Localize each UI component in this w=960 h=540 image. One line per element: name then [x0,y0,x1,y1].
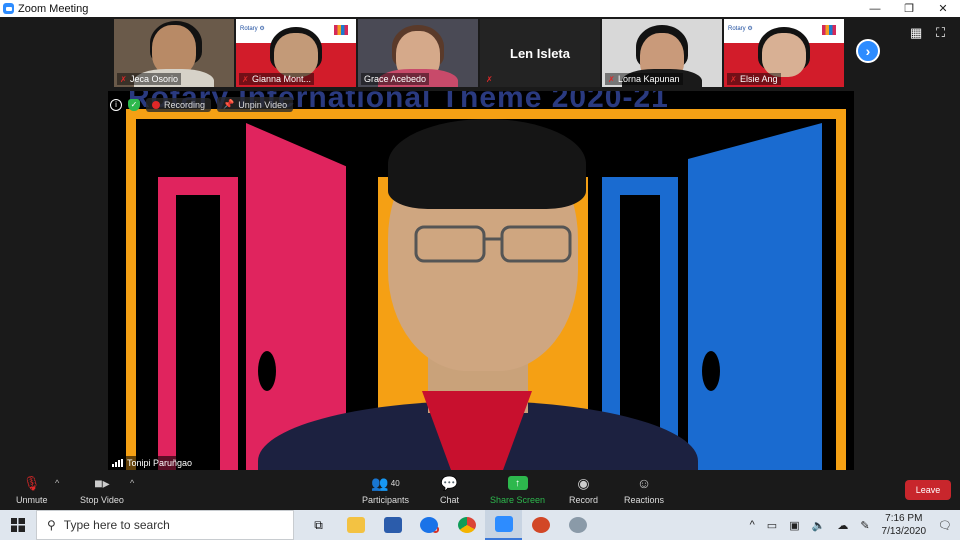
muted-mic-icon: ✗ [486,75,493,84]
word-icon[interactable] [374,510,411,540]
window-controls: — ❐ ✕ [858,0,960,17]
leave-meeting-button[interactable]: Leave [905,480,951,500]
participant-tile[interactable]: Len Isleta ✗ [480,19,600,87]
gallery-view-icon[interactable]: ▦ [910,25,926,41]
record-icon: ◉ [577,474,590,491]
share-screen-icon: ↑ [507,476,528,490]
security-shield-icon[interactable]: ✓ [128,98,140,111]
fullscreen-icon[interactable]: ⛶ [936,25,952,41]
audio-options-caret-icon[interactable]: ^ [55,478,59,488]
muted-mic-icon: ✗ [730,74,737,84]
participants-strip: ✗ Jeca Osorio Rotary ⚙ ✗ Gianna Mont... … [114,19,844,87]
search-icon: ⚲ [47,518,56,532]
volume-icon[interactable]: 🔈 [812,519,826,532]
reactions-button[interactable]: ☺ Reactions [624,474,664,505]
participant-name-label: ✗ Gianna Mont... [239,73,315,85]
task-view-icon[interactable]: ⧉ [300,510,337,540]
chrome-icon[interactable] [448,510,485,540]
zoom-taskbar-icon[interactable] [485,510,522,540]
windows-logo-icon [11,518,25,532]
record-button[interactable]: ◉ Record [569,474,598,506]
app-icon[interactable] [559,510,596,540]
muted-mic-icon: ✗ [120,74,127,84]
taskbar-clock[interactable]: 7:16 PM 7/13/2020 [882,512,927,538]
zoom-app-icon [3,3,14,14]
maximize-button[interactable]: ❐ [892,0,926,17]
participant-name-label: Grace Acebedo [361,73,430,85]
next-page-chevron-icon[interactable]: › [856,39,880,63]
participant-name-label: ✗ [483,74,496,85]
recording-dot-icon [152,100,160,109]
info-icon[interactable]: i [110,98,122,111]
start-button[interactable] [0,510,36,540]
stop-video-button[interactable]: ■▸ Stop Video [80,474,124,506]
close-button[interactable]: ✕ [926,0,960,17]
powerpoint-icon[interactable] [522,510,559,540]
reactions-icon: ☺ [636,475,652,491]
signal-strength-icon [112,459,123,467]
participants-count: 40 [390,478,400,488]
meeting-toolbar: 🎙 Unmute ^ ■▸ Stop Video ^ 👥 40 Participa… [0,470,960,510]
taskbar-search-box[interactable]: ⚲ Type here to search [36,510,294,540]
onedrive-cloud-icon[interactable]: ☁ [837,519,848,532]
participant-tile[interactable]: Grace Acebedo [358,19,478,87]
battery-icon[interactable]: ▭ [767,519,777,532]
chat-button[interactable]: 💬 Chat [440,474,459,506]
participant-name-label: ✗ Jeca Osorio [117,73,182,85]
active-speaker-video[interactable]: Rotary International Theme 2020-21 i ✓ R… [108,91,854,470]
chat-bubble-icon: 💬 [440,474,459,491]
participant-tile[interactable]: ✗ Jeca Osorio [114,19,234,87]
participant-tile[interactable]: Rotary ⚙ ✗ Gianna Mont... [236,19,356,87]
unmute-button[interactable]: 🎙 Unmute [16,474,48,506]
notifications-icon[interactable]: 🗨 [938,519,952,532]
participant-display-name: Len Isleta [510,45,570,61]
participants-icon: 👥 [371,474,389,491]
muted-mic-icon: ✗ [608,74,615,84]
system-tray: ^ ▭ ▣ 🔈 ☁ ✎ 7:16 PM 7/13/2020 🗨 [750,510,960,540]
pin-icon: 📌 [223,99,235,109]
window-title: Zoom Meeting [18,2,89,15]
unpin-video-button[interactable]: 📌 Unpin Video [217,97,294,112]
minimize-button[interactable]: — [858,0,892,17]
speaker-name-label: Tonipi Paruñgao [108,456,197,470]
recording-indicator[interactable]: Recording [146,97,212,112]
meeting-status-bar: i ✓ Recording 📌 Unpin Video [110,97,294,112]
pen-icon[interactable]: ✎ [860,519,869,532]
participant-tile[interactable]: ✗ Lorna Kapunan [602,19,722,87]
meeting-area: ✗ Jeca Osorio Rotary ⚙ ✗ Gianna Mont... … [0,17,960,470]
participant-name-label: ✗ Lorna Kapunan [605,73,683,85]
participant-name-label: ✗ Elsie Ang [727,73,781,85]
share-screen-button[interactable]: ↑ Share Screen [490,474,545,505]
participants-button[interactable]: 👥 40 Participants [362,474,409,506]
muted-microphone-icon: 🎙 [22,474,41,491]
window-titlebar: Zoom Meeting — ❐ ✕ [0,0,960,17]
video-camera-icon: ■▸ [94,474,110,491]
video-options-caret-icon[interactable]: ^ [130,478,134,488]
file-explorer-icon[interactable] [337,510,374,540]
muted-mic-icon: ✗ [242,74,249,84]
glasses-graphic [414,225,572,263]
participant-tile[interactable]: Rotary ⚙ ✗ Elsie Ang [724,19,844,87]
chrome-alt-icon[interactable]: 8 [411,510,448,540]
windows-taskbar: ⚲ Type here to search ⧉ 8 ^ ▭ ▣ 🔈 ☁ ✎ 7:… [0,510,960,540]
network-icon[interactable]: ▣ [789,519,799,532]
show-hidden-icons-icon[interactable]: ^ [750,519,755,531]
taskbar-apps: ⧉ 8 [300,510,596,540]
